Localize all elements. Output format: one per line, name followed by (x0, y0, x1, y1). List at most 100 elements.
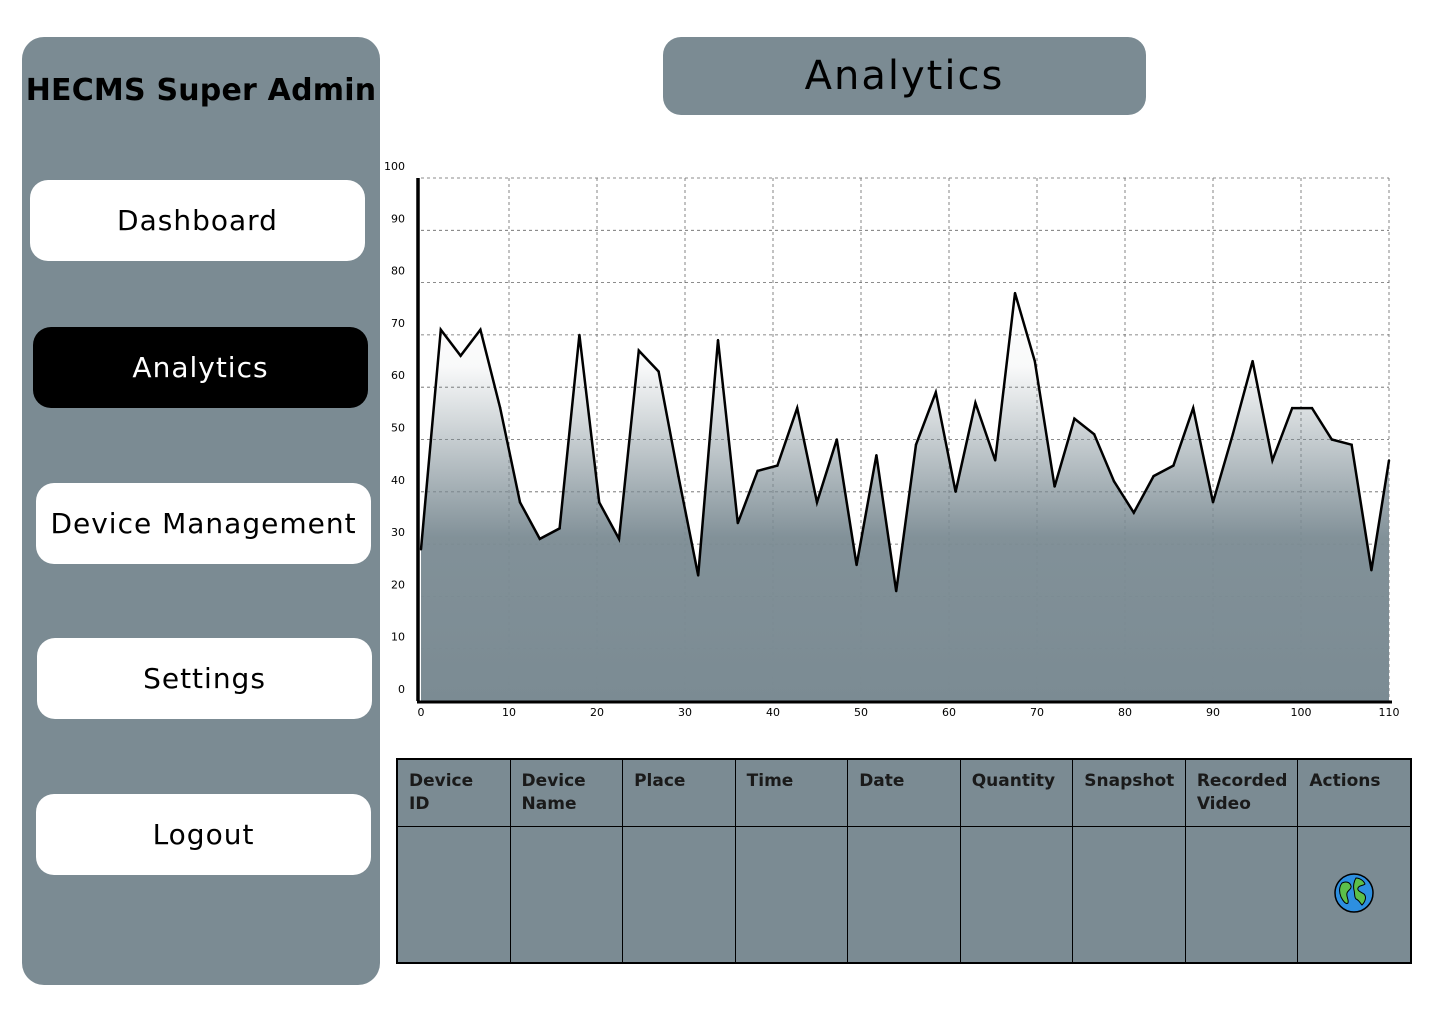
device-table-grid: Device ID Device Name Place Time Date Qu… (397, 759, 1411, 963)
data-point (499, 406, 502, 410)
data-point (617, 537, 621, 541)
data-point (914, 443, 918, 446)
data-point (835, 438, 838, 441)
cell-place (622, 826, 736, 963)
data-point (716, 338, 720, 342)
data-point (1073, 417, 1076, 420)
data-point (479, 328, 482, 331)
data-point (1112, 480, 1116, 483)
cell-date (847, 826, 961, 963)
data-point (697, 574, 700, 577)
nav-settings-button[interactable]: Settings (37, 638, 372, 719)
data-point (1172, 464, 1175, 467)
nav-device-management-button[interactable]: Device Management (36, 483, 371, 564)
x-tick-label: 80 (1118, 706, 1132, 719)
data-point (439, 328, 442, 331)
data-point (1152, 474, 1155, 478)
data-point (1013, 291, 1017, 295)
column-header-snapshot: Snapshot (1072, 759, 1186, 827)
column-header-time: Time (734, 759, 849, 827)
x-tick-label: 30 (678, 706, 692, 719)
y-tick-label: 70 (391, 317, 405, 330)
globe-icon[interactable] (1334, 872, 1374, 913)
y-tick-label: 50 (391, 422, 405, 435)
x-tick-label: 0 (418, 706, 425, 719)
data-point (736, 521, 739, 525)
device-table: Device ID Device Name Place Time Date Qu… (396, 758, 1412, 964)
cell-snapshot (1072, 826, 1186, 963)
data-point (1033, 359, 1036, 363)
x-tick-label: 10 (502, 706, 516, 719)
data-point (1251, 359, 1254, 363)
column-header-date: Date (847, 759, 961, 827)
page-title: Analytics (663, 37, 1146, 115)
data-point (1271, 459, 1274, 462)
data-point (815, 501, 819, 504)
data-point (994, 459, 997, 462)
data-point (1291, 406, 1294, 410)
x-tick-label: 50 (854, 706, 868, 719)
data-point (1330, 438, 1333, 441)
cell-actions (1297, 826, 1411, 963)
data-point (756, 469, 759, 473)
cell-recorded-video (1184, 826, 1299, 963)
data-point (518, 501, 522, 504)
data-point (776, 464, 779, 467)
y-tick-label: 10 (391, 631, 405, 644)
y-tick-label: 100 (384, 160, 405, 173)
data-point (974, 401, 977, 405)
y-tick-label: 0 (398, 683, 405, 696)
nav-analytics-button[interactable]: Analytics (33, 327, 368, 408)
y-tick-label: 60 (391, 369, 405, 382)
cell-device-id (397, 826, 511, 963)
data-point (558, 527, 561, 530)
x-tick-label: 110 (1379, 706, 1400, 719)
data-point (677, 474, 680, 478)
x-tick-label: 100 (1291, 706, 1312, 719)
y-tick-label: 30 (391, 526, 405, 539)
app-title: HECMS Super Admin (25, 73, 377, 108)
data-point (934, 391, 937, 394)
table-row (397, 826, 1411, 963)
y-tick-label: 90 (391, 212, 405, 225)
data-point (637, 349, 640, 352)
data-point (1211, 501, 1215, 504)
x-tick-label: 60 (942, 706, 956, 719)
y-tick-label: 20 (391, 578, 405, 591)
data-point (657, 370, 660, 373)
data-point (855, 563, 858, 567)
x-tick-label: 20 (590, 706, 604, 719)
data-point (419, 548, 423, 551)
column-header-quantity: Quantity (959, 759, 1074, 827)
data-point (1370, 569, 1373, 572)
series-area (421, 293, 1389, 701)
data-point (1053, 485, 1056, 488)
column-header-actions: Actions (1297, 759, 1411, 827)
data-point (598, 501, 601, 504)
data-point (1387, 459, 1391, 462)
column-header-place: Place (622, 759, 736, 827)
table-header-row: Device ID Device Name Place Time Date Qu… (397, 759, 1411, 827)
data-point (1192, 406, 1195, 410)
data-point (459, 354, 462, 358)
data-point (875, 453, 878, 457)
data-point (1310, 406, 1314, 410)
cell-device-name (509, 826, 624, 963)
cell-time (734, 826, 849, 963)
column-header-device-id: Device ID (397, 759, 511, 827)
nav-dashboard-button[interactable]: Dashboard (30, 180, 365, 261)
data-point (1231, 433, 1234, 436)
data-point (1132, 511, 1135, 514)
cell-quantity (959, 826, 1074, 963)
column-header-recorded-video: Recorded Video (1184, 759, 1299, 827)
y-tick-label: 40 (391, 474, 405, 487)
nav-logout-button[interactable]: Logout (36, 794, 371, 875)
data-point (538, 537, 541, 541)
data-point (954, 490, 957, 493)
data-point (578, 333, 581, 337)
column-header-device-name: Device Name (509, 759, 624, 827)
analytics-chart: 0 10 20 30 40 50 60 70 80 90 100 0 10 20 30 40 50 60 70 80 9… (380, 150, 1440, 730)
x-tick-label: 40 (766, 706, 780, 719)
data-point (1093, 433, 1096, 436)
data-point (895, 589, 898, 593)
